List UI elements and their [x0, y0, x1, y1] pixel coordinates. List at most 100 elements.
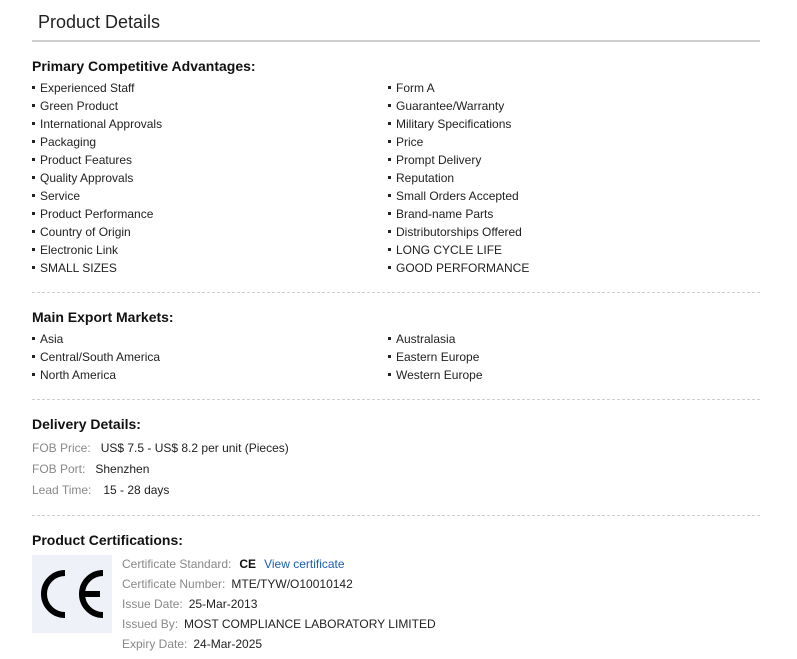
advantage-item-label: Electronic Link [40, 243, 119, 257]
fob-price-row: FOB Price: US$ 7.5 - US$ 8.2 per unit (Pi… [32, 441, 289, 455]
advantage-item: Distributorships Offered [388, 223, 529, 241]
cert-number-label: Certificate Number: [122, 577, 226, 591]
bullet-icon [388, 86, 391, 90]
bullet-icon [32, 212, 35, 216]
market-item: Western Europe [388, 366, 483, 384]
advantage-item-label: Green Product [40, 99, 119, 113]
market-item: North America [32, 366, 160, 384]
ce-mark-icon [41, 570, 104, 618]
bullet-icon [32, 373, 35, 377]
cert-number-value: MTE/TYW/O10010142 [231, 577, 353, 591]
bullet-icon [32, 104, 35, 108]
advantage-item: International Approvals [32, 115, 162, 133]
advantages-left-list: Experienced Staff Green Product Internatio… [32, 79, 162, 277]
market-item-label: Eastern Europe [396, 350, 480, 364]
cert-standard-label: Certificate Standard: [122, 557, 232, 571]
view-certificate-link[interactable]: View certificate [264, 557, 344, 571]
advantages-right-list: Form A Guarantee/Warranty Military Specifi… [388, 79, 529, 277]
market-item-label: Western Europe [396, 368, 483, 382]
bullet-icon [388, 337, 391, 341]
fob-price-label: FOB Price: [32, 441, 91, 455]
advantage-item-label: Product Features [40, 153, 133, 167]
advantage-item-label: Service [40, 189, 81, 203]
market-item-label: North America [40, 368, 117, 382]
advantage-item-label: GOOD PERFORMANCE [396, 261, 530, 275]
advantage-item: Country of Origin [32, 223, 162, 241]
delivery-heading: Delivery Details: [32, 416, 141, 432]
bullet-icon [32, 194, 35, 198]
advantage-item-label: Distributorships Offered [396, 225, 522, 239]
issue-date-row: Issue Date: 25-Mar-2013 [122, 597, 257, 611]
bullet-icon [32, 337, 35, 341]
advantage-item: Green Product [32, 97, 162, 115]
market-item: Australasia [388, 330, 483, 348]
advantage-item: Guarantee/Warranty [388, 97, 529, 115]
advantage-item: Electronic Link [32, 241, 162, 259]
issued-by-row: Issued By: MOST COMPLIANCE LABORATORY LIM… [122, 617, 436, 631]
bullet-icon [388, 194, 391, 198]
bullet-icon [388, 230, 391, 234]
bullet-icon [388, 140, 391, 144]
expiry-date-value: 24-Mar-2025 [193, 637, 263, 651]
advantage-item-label: Brand-name Parts [396, 207, 494, 221]
advantage-item: Product Features [32, 151, 162, 169]
advantage-item-label: Country of Origin [40, 225, 131, 239]
title-divider [32, 40, 760, 42]
advantage-item: Form A [388, 79, 529, 97]
advantage-item: Product Performance [32, 205, 162, 223]
fob-port-value: Shenzhen [95, 462, 150, 476]
market-item: Central/South America [32, 348, 160, 366]
advantage-item: SMALL SIZES [32, 259, 162, 277]
issue-date-value: 25-Mar-2013 [188, 597, 258, 611]
advantage-item-label: International Approvals [40, 117, 163, 131]
bullet-icon [32, 266, 35, 270]
advantage-item-label: SMALL SIZES [40, 261, 117, 275]
bullet-icon [388, 266, 391, 270]
ce-logo [32, 555, 112, 633]
bullet-icon [388, 122, 391, 126]
expiry-date-label: Expiry Date: [122, 637, 188, 651]
section-divider [32, 515, 760, 516]
cert-standard-value: CE [239, 557, 257, 571]
bullet-icon [388, 212, 391, 216]
bullet-icon [32, 230, 35, 234]
advantage-item-label: Experienced Staff [40, 81, 135, 95]
section-divider [32, 292, 760, 293]
bullet-icon [388, 248, 391, 252]
fob-port-row: FOB Port: Shenzhen [32, 462, 149, 476]
cert-number-row: Certificate Number: MTE/TYW/O10010142 [122, 577, 353, 591]
fob-port-label: FOB Port: [32, 462, 86, 476]
certifications-heading: Product Certifications: [32, 532, 183, 548]
fob-price-value: US$ 7.5 - US$ 8.2 per unit (Pieces) [100, 441, 289, 455]
advantage-item-label: Form A [396, 81, 435, 95]
bullet-icon [32, 86, 35, 90]
advantage-item-label: Small Orders Accepted [396, 189, 519, 203]
markets-right-list: Australasia Eastern Europe Western Europe [388, 330, 483, 384]
bullet-icon [388, 158, 391, 162]
advantage-item: Price [388, 133, 529, 151]
advantage-item-label: Military Specifications [396, 117, 512, 131]
market-item-label: Asia [40, 332, 64, 346]
page-title: Product Details [38, 12, 161, 32]
advantage-item: LONG CYCLE LIFE [388, 241, 529, 259]
market-item-label: Australasia [396, 332, 456, 346]
bullet-icon [388, 176, 391, 180]
markets-left-list: Asia Central/South America North America [32, 330, 160, 384]
advantage-item: Reputation [388, 169, 529, 187]
advantage-item-label: Prompt Delivery [396, 153, 482, 167]
advantage-item-label: Quality Approvals [40, 171, 134, 185]
advantage-item: Small Orders Accepted [388, 187, 529, 205]
issue-date-label: Issue Date: [122, 597, 183, 611]
markets-heading: Main Export Markets: [32, 309, 174, 325]
advantage-item: Experienced Staff [32, 79, 162, 97]
advantages-heading: Primary Competitive Advantages: [32, 58, 256, 74]
bullet-icon [388, 373, 391, 377]
expiry-date-row: Expiry Date: 24-Mar-2025 [122, 637, 262, 651]
issued-by-label: Issued By: [122, 617, 179, 631]
lead-time-label: Lead Time: [32, 483, 92, 497]
bullet-icon [32, 122, 35, 126]
advantage-item-label: LONG CYCLE LIFE [396, 243, 503, 257]
lead-time-row: Lead Time: 15 - 28 days [32, 483, 169, 497]
bullet-icon [32, 248, 35, 252]
advantage-item-label: Price [396, 135, 424, 149]
